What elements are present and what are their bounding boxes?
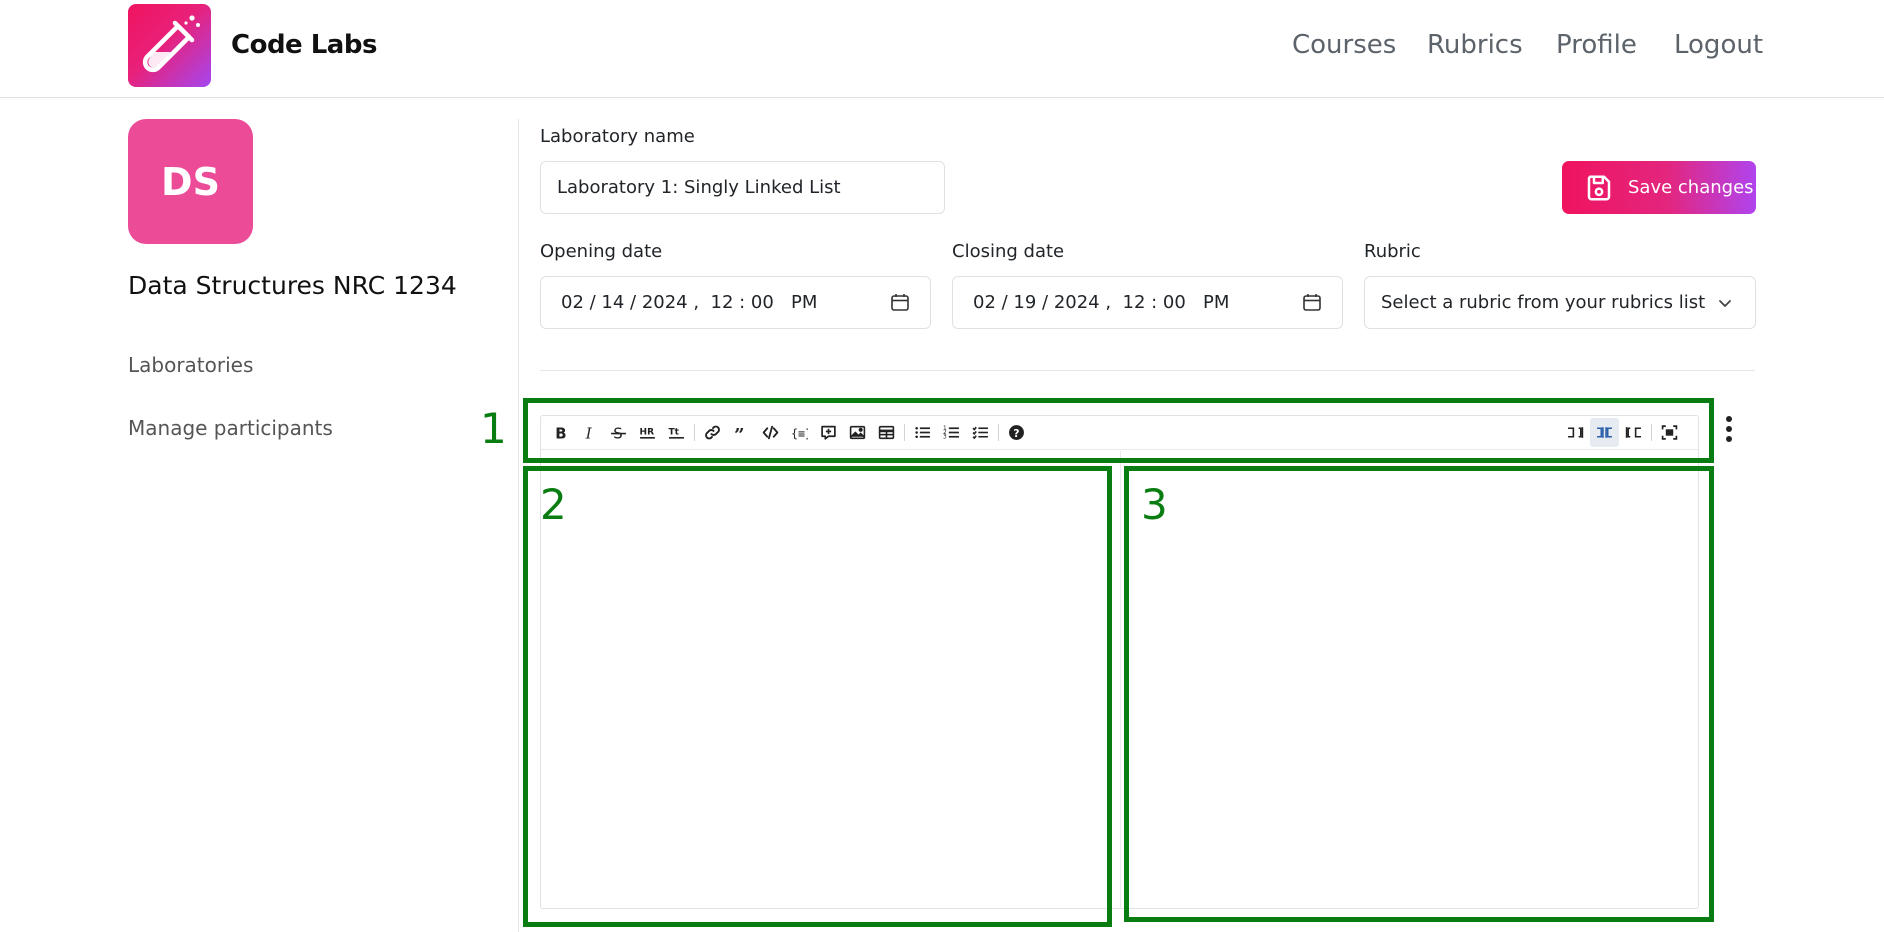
section-divider	[540, 370, 1755, 371]
top-navbar: Code Labs Courses Rubrics Profile Logout	[0, 0, 1884, 98]
chevron-down-icon	[1719, 300, 1731, 307]
rubric-label: Rubric	[1364, 241, 1421, 262]
sidebar-item-laboratories[interactable]: Laboratories	[128, 353, 253, 377]
test-tube-icon	[142, 15, 200, 73]
nav-logout[interactable]: Logout	[1674, 30, 1763, 60]
calendar-icon[interactable]	[890, 292, 910, 312]
save-icon	[1587, 175, 1611, 200]
editor-pane-divider	[1120, 451, 1121, 908]
annotation-box-preview-pane	[1124, 466, 1714, 922]
sidebar-item-manage-participants[interactable]: Manage participants	[128, 416, 333, 440]
annotation-box-toolbar	[523, 398, 1714, 463]
closing-date-input[interactable]: 02 / 19 / 2024 , 12 : 00 PM	[952, 276, 1343, 329]
brand-name: Code Labs	[231, 30, 377, 60]
code-labs-logo[interactable]	[128, 4, 211, 87]
course-avatar: DS	[128, 119, 253, 244]
nav-profile[interactable]: Profile	[1556, 30, 1637, 60]
calendar-icon[interactable]	[1302, 292, 1322, 312]
rubric-selected-value: Select a rubric from your rubrics list	[1381, 292, 1706, 313]
annotation-number-1: 1	[480, 404, 507, 453]
save-changes-label: Save changes	[1628, 177, 1754, 198]
lab-name-input[interactable]: Laboratory 1: Singly Linked List	[540, 161, 945, 214]
save-changes-button[interactable]: Save changes	[1562, 161, 1756, 214]
annotation-box-source-pane	[523, 466, 1112, 927]
lab-name-label: Laboratory name	[540, 126, 695, 147]
opening-date-label: Opening date	[540, 241, 663, 262]
annotation-number-2: 2	[540, 480, 567, 529]
closing-date-value: 02 / 19 / 2024 , 12 : 00 PM	[973, 292, 1230, 313]
closing-date-label: Closing date	[952, 241, 1065, 262]
nav-courses[interactable]: Courses	[1292, 30, 1396, 60]
rubric-select[interactable]: Select a rubric from your rubrics list	[1364, 276, 1756, 329]
nav-rubrics[interactable]: Rubrics	[1427, 30, 1523, 60]
sidebar-divider	[518, 119, 519, 932]
lab-name-value: Laboratory 1: Singly Linked List	[557, 177, 841, 198]
annotation-number-3: 3	[1141, 480, 1168, 529]
more-options-icon[interactable]	[1722, 415, 1736, 445]
opening-date-value: 02 / 14 / 2024 , 12 : 00 PM	[561, 292, 818, 313]
opening-date-input[interactable]: 02 / 14 / 2024 , 12 : 00 PM	[540, 276, 931, 329]
course-title: Data Structures NRC 1234	[128, 271, 457, 300]
